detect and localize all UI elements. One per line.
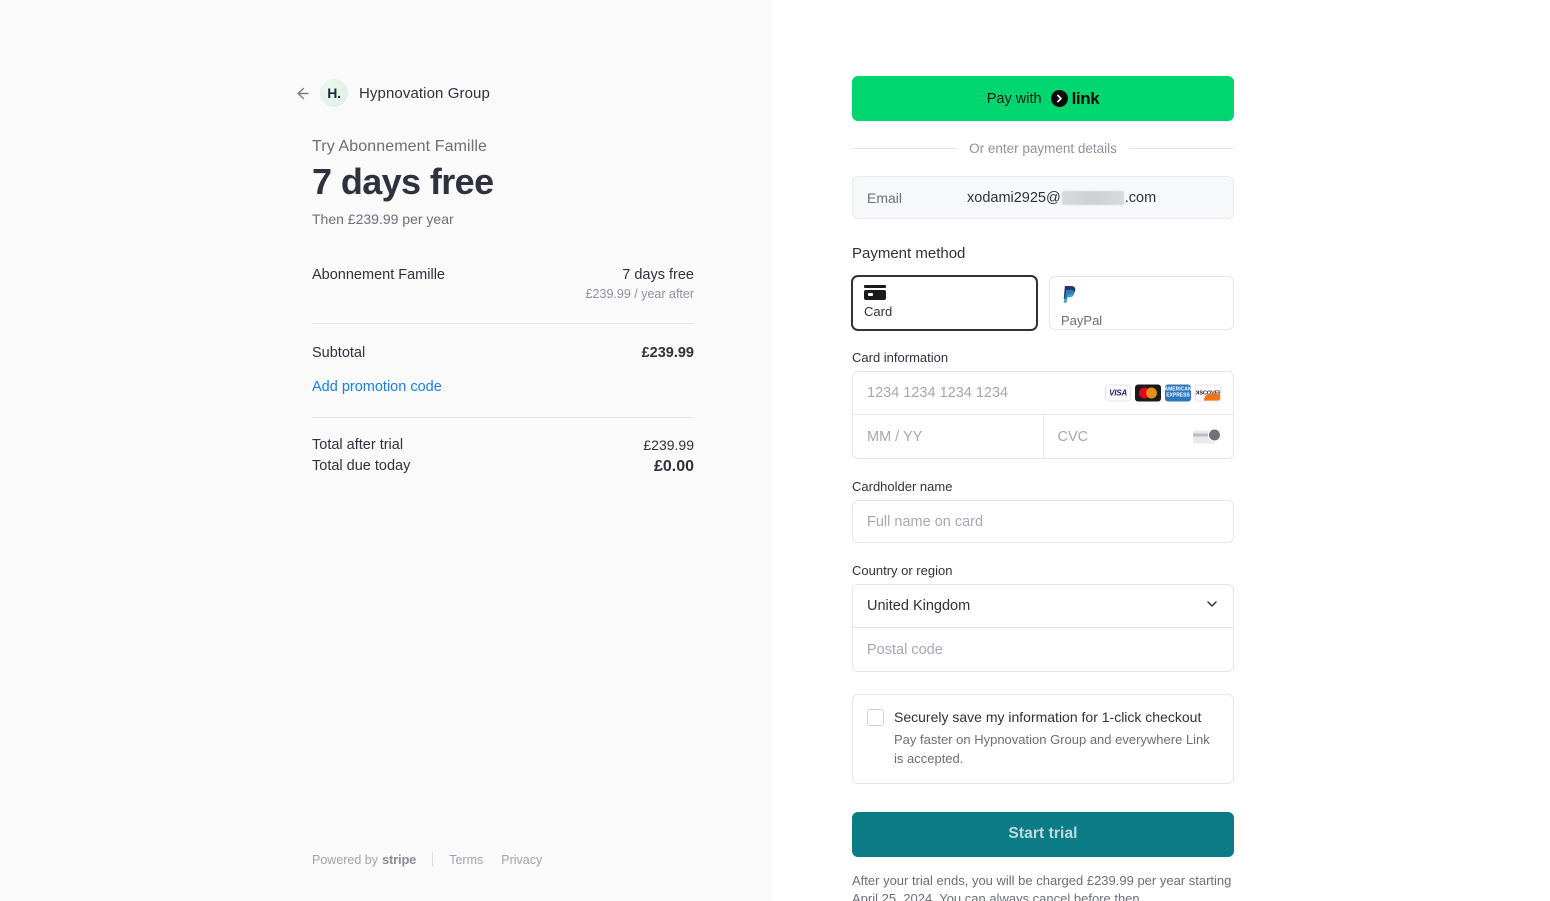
trial-eyebrow: Try Abonnement Famille [312, 138, 488, 155]
mastercard-icon [1135, 384, 1161, 402]
start-trial-button[interactable]: Start trial [852, 811, 1234, 857]
subtotal-label: Subtotal [312, 344, 366, 361]
footer-divider [432, 852, 434, 867]
trial-disclaimer: After your trial ends, you will be charg… [852, 872, 1232, 901]
postal-code-input[interactable]: Postal code [853, 628, 1233, 671]
card-number-input[interactable]: 1234 1234 1234 1234 VISA AMERICAN EXPRESS… [853, 372, 1233, 415]
cardholder-name-label: Cardholder name [852, 479, 953, 494]
card-cvc-input[interactable]: CVC [1044, 415, 1234, 458]
divider-line-right [1128, 148, 1235, 149]
payment-method-tab-paypal[interactable]: PayPal [1049, 276, 1234, 330]
payment-method-tab-card-label: Card [864, 304, 893, 319]
divider-line-left [852, 148, 958, 149]
save-information-box[interactable]: Securely save my information for 1-click… [852, 694, 1234, 784]
payment-method-tabs: Card PayPal [852, 276, 1234, 330]
email-label: Email [867, 189, 903, 206]
pay-with-link-button[interactable]: Pay with link [852, 76, 1234, 121]
credit-card-icon [864, 285, 886, 300]
add-promotion-code-link[interactable]: Add promotion code [312, 379, 694, 395]
line-item-name: Abonnement Famille [312, 266, 445, 283]
country-select-value: United Kingdom [867, 598, 971, 614]
trial-subtext: Then £239.99 per year [312, 210, 454, 227]
merchant-logo: H. [320, 79, 348, 107]
merchant-logo-text: H. [327, 85, 341, 101]
line-item-note: £239.99 / year after [585, 286, 694, 301]
total-due-today-label: Total due today [312, 457, 411, 474]
payment-method-tab-paypal-label: PayPal [1061, 313, 1103, 328]
visa-icon: VISA [1105, 384, 1131, 402]
card-expiry-placeholder: MM / YY [867, 428, 923, 445]
subtotal-row: Subtotal £239.99 [312, 345, 694, 361]
powered-by-stripe[interactable]: Powered by stripe [312, 852, 416, 867]
postal-code-placeholder: Postal code [867, 641, 943, 658]
line-item: Abonnement Famille 7 days free £239.99 /… [312, 267, 694, 301]
email-field[interactable]: Email xodami2925@ .com [852, 176, 1234, 219]
save-information-subtitle: Pay faster on Hypnovation Group and ever… [894, 731, 1210, 766]
card-cvc-icon [1193, 428, 1221, 445]
total-due-today-row: Total due today £0.00 [312, 458, 694, 476]
payment-form-pane: Pay with link Or enter payment details E… [772, 0, 1550, 901]
arrow-left-icon[interactable] [290, 82, 312, 104]
card-information-group: 1234 1234 1234 1234 VISA AMERICAN EXPRESS… [852, 371, 1234, 459]
cardholder-name-input[interactable]: Full name on card [852, 500, 1234, 543]
terms-link[interactable]: Terms [449, 853, 483, 867]
payment-method-tab-card[interactable]: Card [852, 276, 1037, 330]
stripe-wordmark: stripe [382, 852, 417, 867]
total-after-trial-row: Total after trial £239.99 [312, 437, 694, 453]
save-information-title: Securely save my information for 1-click… [894, 709, 1202, 725]
save-information-checkbox[interactable] [867, 709, 884, 726]
totals-group: Total after trial £239.99 Total due toda… [312, 437, 694, 476]
card-brand-icons: VISA AMERICANEXPRESS DISCOVER [1105, 384, 1221, 402]
pay-with-link-label: Pay with [986, 90, 1042, 107]
cardholder-name-placeholder: Full name on card [867, 513, 984, 530]
divider [312, 416, 694, 418]
link-wordmark: link [1050, 88, 1100, 109]
powered-by-label: Powered by [312, 852, 379, 867]
total-after-trial-label: Total after trial [312, 436, 404, 453]
card-number-placeholder: 1234 1234 1234 1234 [867, 385, 1009, 401]
subtotal-value: £239.99 [641, 344, 694, 361]
email-value-prefix: xodami2925@ [967, 189, 1061, 206]
or-divider-text: Or enter payment details [969, 141, 1117, 156]
checkout-page: H. Hypnovation Group Try Abonnement Fami… [0, 0, 1550, 901]
total-after-trial-value: £239.99 [643, 436, 694, 453]
discover-icon: DISCOVER [1195, 384, 1221, 402]
chevron-down-icon [1205, 597, 1219, 616]
payment-method-label: Payment method [852, 245, 966, 262]
merchant-header: H. Hypnovation Group [296, 78, 694, 108]
total-due-today-value: £0.00 [653, 457, 694, 475]
email-redaction-block [1061, 190, 1124, 205]
divider [312, 322, 694, 324]
card-expiry-input[interactable]: MM / YY [853, 415, 1044, 458]
merchant-name: Hypnovation Group [359, 84, 490, 102]
paypal-icon [1063, 286, 1076, 303]
country-select[interactable]: United Kingdom [853, 585, 1233, 628]
link-chevron-icon [1050, 90, 1068, 107]
order-summary: Abonnement Famille 7 days free £239.99 /… [312, 267, 694, 476]
order-summary-pane: H. Hypnovation Group Try Abonnement Fami… [0, 0, 772, 901]
line-item-value: 7 days free [622, 266, 694, 283]
footer: Powered by stripe Terms Privacy [312, 852, 560, 867]
card-information-label: Card information [852, 350, 949, 365]
start-trial-label: Start trial [1008, 825, 1078, 843]
privacy-link[interactable]: Privacy [501, 853, 542, 867]
page-title: 7 days free [312, 161, 494, 202]
link-word: link [1071, 88, 1100, 108]
country-group: United Kingdom Postal code [852, 584, 1234, 672]
or-divider: Or enter payment details [852, 141, 1235, 156]
country-or-region-label: Country or region [852, 563, 953, 578]
email-value-suffix: .com [1124, 189, 1157, 206]
amex-icon: AMERICAN EXPRESS [1165, 384, 1191, 402]
email-value: xodami2925@ .com [967, 190, 1156, 206]
card-cvc-placeholder: CVC [1057, 428, 1089, 445]
